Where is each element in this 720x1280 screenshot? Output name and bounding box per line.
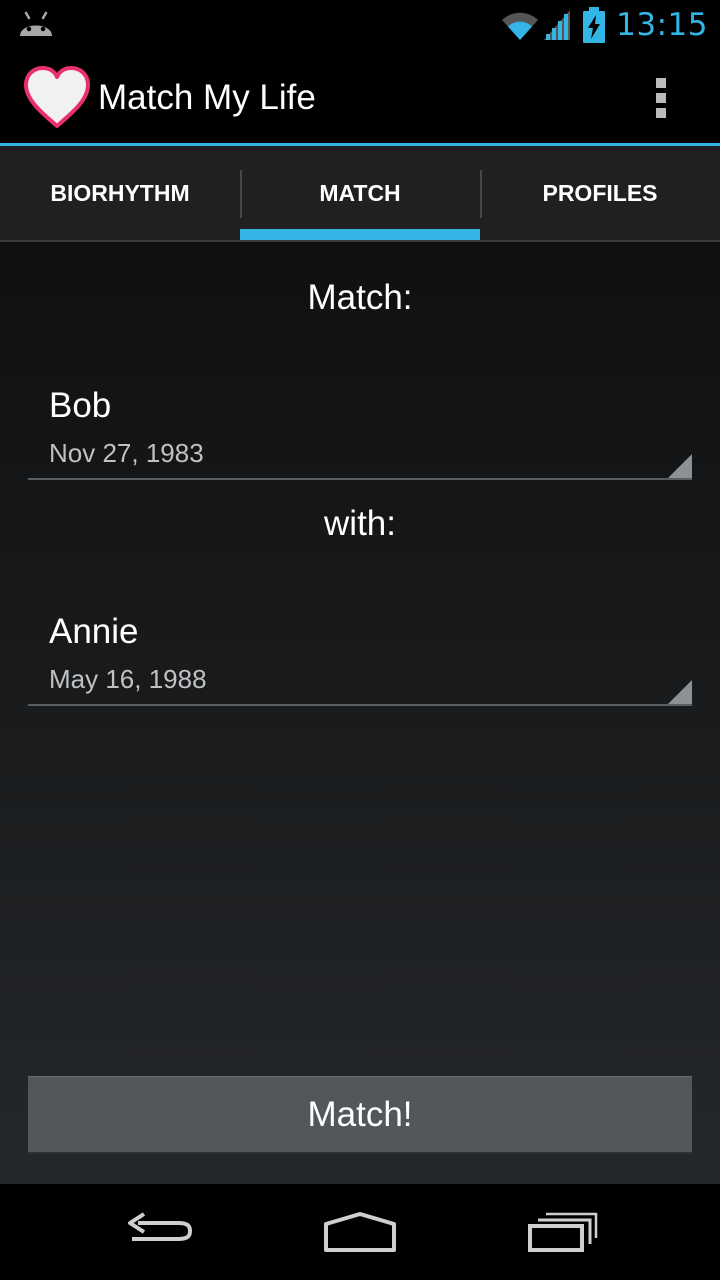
- match-button[interactable]: Match!: [28, 1076, 692, 1154]
- overflow-menu-button[interactable]: [644, 74, 680, 122]
- tab-label: BIORHYTHM: [50, 179, 190, 206]
- back-icon[interactable]: [120, 1204, 200, 1260]
- dropdown-arrow-icon: [668, 454, 692, 478]
- status-clock: 13:15: [616, 7, 708, 43]
- overflow-dot: [656, 108, 666, 118]
- person2-name: Annie: [49, 612, 139, 651]
- android-notification-icon: [20, 11, 52, 36]
- home-icon[interactable]: [320, 1204, 400, 1260]
- battery-charging-icon: [583, 7, 606, 43]
- match-label: Match:: [307, 278, 413, 317]
- status-bar: 13:15: [0, 0, 720, 50]
- overflow-dot: [656, 93, 666, 103]
- with-label: with:: [324, 504, 396, 543]
- signal-icon: [544, 10, 571, 40]
- heart-icon[interactable]: [22, 64, 92, 130]
- person1-date: Nov 27, 1983: [49, 438, 204, 468]
- tab-divider: [480, 170, 482, 218]
- tab-match[interactable]: MATCH: [240, 146, 480, 240]
- navigation-bar: [0, 1184, 720, 1280]
- app-title: Match My Life: [98, 78, 316, 117]
- overflow-menu-icon: [656, 78, 666, 88]
- tab-bar: BIORHYTHM MATCH PROFILES: [0, 146, 720, 242]
- person1-name: Bob: [49, 386, 112, 425]
- tab-biorhythm[interactable]: BIORHYTHM: [0, 146, 240, 240]
- match-content: Match: Bob Nov 27, 1983 with: Annie May …: [0, 242, 720, 1184]
- tab-profiles[interactable]: PROFILES: [480, 146, 720, 240]
- person2-date: May 16, 1988: [49, 664, 207, 694]
- person2-spinner[interactable]: Annie May 16, 1988: [28, 574, 692, 706]
- tab-selected-indicator: [240, 229, 480, 240]
- tab-label: MATCH: [319, 179, 401, 206]
- person1-spinner[interactable]: Bob Nov 27, 1983: [28, 348, 692, 480]
- tab-label: PROFILES: [542, 179, 658, 206]
- action-bar: Match My Life: [0, 50, 720, 146]
- match-button-label: Match!: [307, 1094, 413, 1134]
- tab-divider: [240, 170, 242, 218]
- status-icons: 13:15: [500, 4, 708, 46]
- recent-apps-icon[interactable]: [522, 1204, 602, 1260]
- wifi-icon: [502, 12, 539, 41]
- dropdown-arrow-icon: [668, 680, 692, 704]
